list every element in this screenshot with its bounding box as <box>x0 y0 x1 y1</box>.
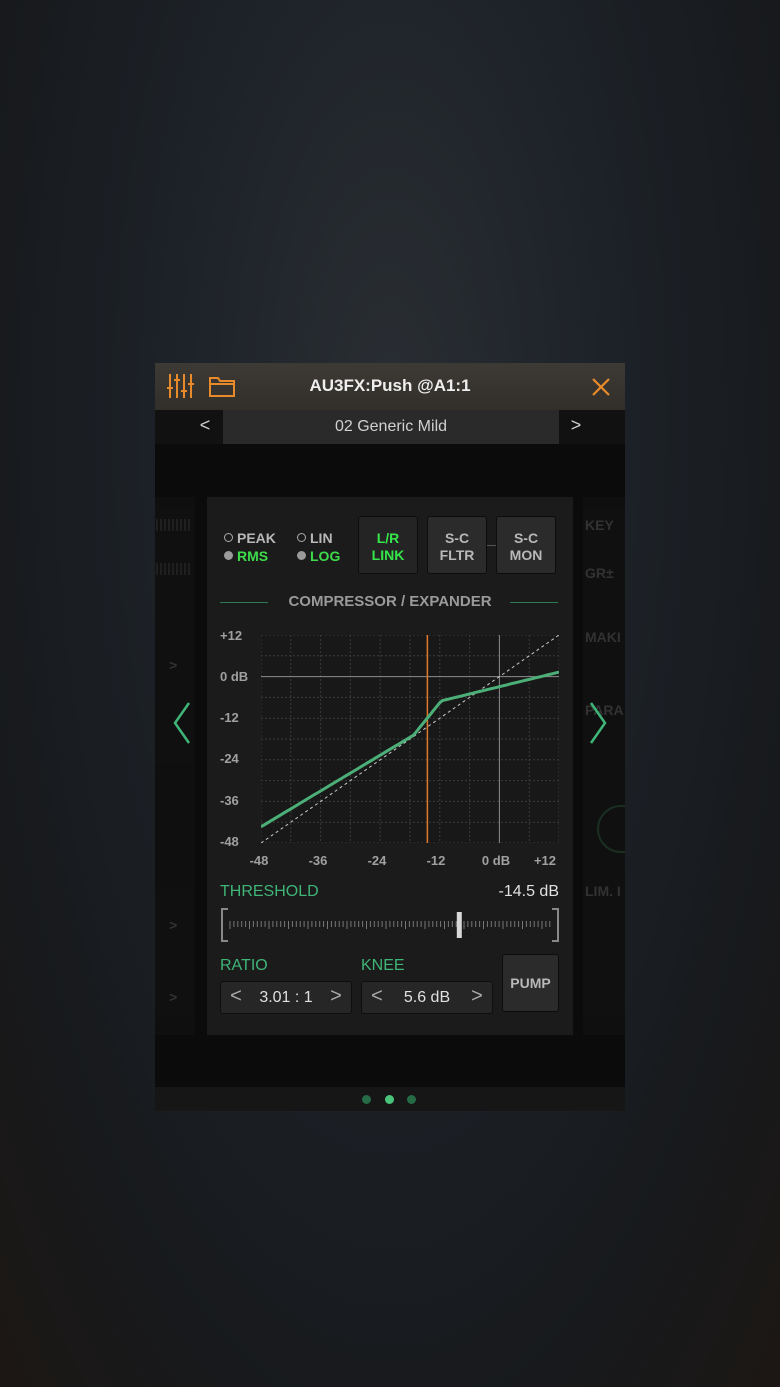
preset-prev-button[interactable]: < <box>190 415 220 436</box>
pump-button[interactable]: PUMP <box>502 954 559 1012</box>
page-dot-1[interactable] <box>362 1095 371 1104</box>
slider-thumb[interactable] <box>456 912 462 938</box>
make-label: MAKI <box>585 629 621 645</box>
knee-increment-button[interactable]: > <box>466 985 488 1008</box>
peak-radio[interactable]: PEAK <box>224 530 276 546</box>
x-tick-label: -12 <box>426 853 446 868</box>
right-panel-faded: KEY GR± MAKI PARA LIM. I <box>583 497 625 1035</box>
log-radio[interactable]: LOG <box>297 548 340 564</box>
plugin-window: AU3FX:Push @A1:1 < 02 Generic Mild > > >… <box>155 363 625 1111</box>
slider-bracket-right <box>552 908 559 942</box>
y-tick-label: -24 <box>220 751 239 766</box>
page-indicator <box>155 1087 625 1111</box>
knee-value: 5.6 dB <box>403 989 451 1006</box>
window-title: AU3FX:Push @A1:1 <box>309 376 471 395</box>
ghost-arrow: > <box>169 989 178 1005</box>
ratio-label: RATIO <box>220 957 268 974</box>
ghost-arrow: > <box>169 657 178 673</box>
lr-link-button[interactable]: L/R LINK <box>358 516 418 574</box>
gr-label: GR± <box>585 565 614 581</box>
x-tick-label: -36 <box>308 853 328 868</box>
threshold-value: -14.5 dB <box>498 883 559 900</box>
page-dot-2[interactable] <box>385 1095 394 1104</box>
title-bar: AU3FX:Push @A1:1 <box>155 363 625 411</box>
knee-stepper[interactable]: < 5.6 dB > <box>361 981 493 1014</box>
ratio-increment-button[interactable]: > <box>325 985 347 1008</box>
slider-bracket-left <box>221 908 228 942</box>
preset-next-button[interactable]: > <box>561 415 591 436</box>
x-tick-label: 0 dB <box>481 853 511 868</box>
x-tick-label: -24 <box>367 853 387 868</box>
chevron-right-icon[interactable] <box>587 699 609 747</box>
lim-label: LIM. I <box>585 883 621 899</box>
threshold-slider[interactable] <box>220 907 560 943</box>
preset-bar: < 02 Generic Mild > <box>155 410 625 444</box>
lin-radio[interactable]: LIN <box>297 530 333 546</box>
ratio-stepper[interactable]: < 3.01 : 1 > <box>220 981 352 1014</box>
preset-name[interactable]: 02 Generic Mild <box>223 418 559 436</box>
ghost-arrow: > <box>169 917 178 933</box>
chevron-left-icon[interactable] <box>171 699 193 747</box>
y-tick-label: 0 dB <box>220 669 249 684</box>
y-tick-label: -36 <box>220 793 239 808</box>
section-rule-right <box>510 602 558 603</box>
compressor-panel: PEAK RMS LIN LOG L/R LINK S-C FLTR S-C MON … <box>207 497 573 1035</box>
content-area: > > > KEY GR± MAKI PARA LIM. I PEAK RMS … <box>155 444 625 1087</box>
transfer-curve-graph[interactable] <box>261 635 559 843</box>
close-icon[interactable] <box>591 377 611 397</box>
page-dot-3[interactable] <box>407 1095 416 1104</box>
meter-ticks <box>156 519 190 575</box>
x-tick-label: +12 <box>533 853 557 868</box>
button-connector <box>487 545 496 546</box>
ghost-knob <box>597 805 625 853</box>
y-tick-label: -48 <box>220 834 239 849</box>
sc-monitor-button[interactable]: S-C MON <box>496 516 556 574</box>
x-tick-label: -48 <box>249 853 269 868</box>
ratio-value: 3.01 : 1 <box>259 989 313 1006</box>
threshold-label: THRESHOLD <box>220 883 319 900</box>
rms-radio[interactable]: RMS <box>224 548 268 564</box>
y-tick-label: -12 <box>220 710 239 725</box>
key-label: KEY <box>585 517 614 533</box>
y-tick-label: +12 <box>220 628 243 643</box>
left-panel-faded: > > > <box>155 497 195 1035</box>
knee-label: KNEE <box>361 957 405 974</box>
sc-filter-button[interactable]: S-C FLTR <box>427 516 487 574</box>
